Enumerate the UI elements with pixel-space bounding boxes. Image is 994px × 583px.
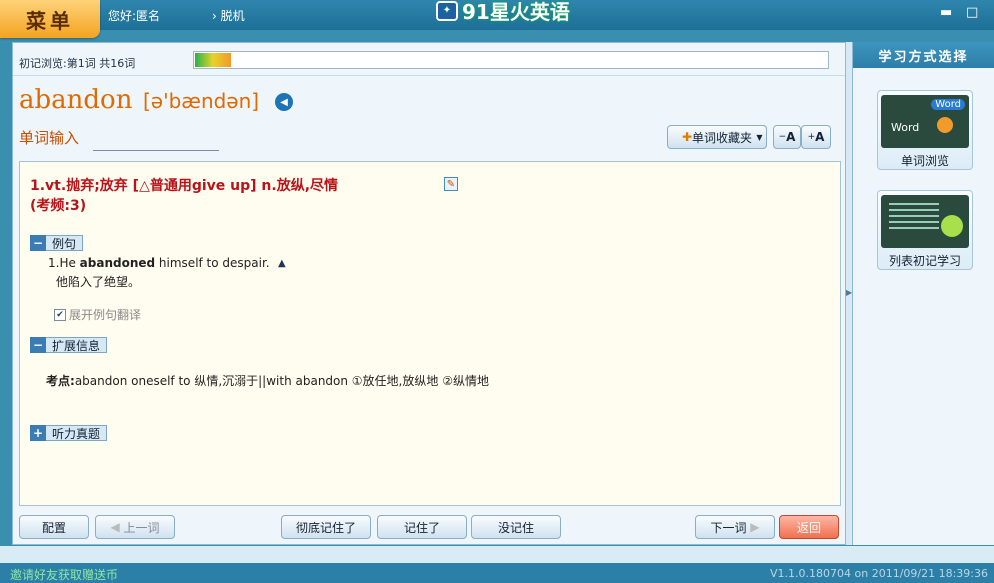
kaodian-body: abandon oneself to 纵情,沉溺于||with abandon …: [74, 374, 489, 388]
not-remember-button[interactable]: 没记住: [471, 515, 561, 539]
prev-word-button[interactable]: ◀ 上一词: [95, 515, 175, 539]
example-chinese: 他陷入了绝望。: [56, 275, 141, 289]
sidebar-title: 学习方式选择: [853, 42, 994, 68]
minus-mark: −: [778, 132, 787, 142]
expand-icon[interactable]: +: [30, 425, 46, 441]
font-smaller-button[interactable]: − A: [773, 125, 801, 149]
main-panel: 初记浏览:第1词 共16词 abandon [ə'bændən] ◀ 单词输入 …: [12, 42, 846, 545]
definition-line2: (考频:3): [30, 198, 87, 214]
expand-translation-label: 展开例句翻译: [69, 308, 142, 322]
remember-fully-button[interactable]: 彻底记住了: [281, 515, 371, 539]
phonetic: [ə'bændən]: [143, 89, 260, 113]
version-text: V1.1.0.180704 on 2011/09/21 18:39:36: [770, 567, 988, 580]
app-title-text: 91星火英语: [462, 0, 570, 24]
app-title: ✦ 91星火英语: [436, 0, 570, 25]
definition-line1: 1.vt.抛弃;放弃 [△普通用give up] n.放纵,尽情: [30, 178, 339, 194]
divider: [13, 75, 845, 76]
font-smaller-label: A: [786, 130, 796, 144]
font-larger-button[interactable]: + A: [801, 125, 831, 149]
config-button[interactable]: 配置: [19, 515, 89, 539]
status-strip: [0, 546, 994, 563]
definition-text: 1.vt.抛弃;放弃 [△普通用give up] n.放纵,尽情 (考频:3): [30, 176, 510, 216]
section-examples-title: 例句: [46, 235, 84, 251]
progress-fill: [195, 53, 231, 67]
collapse-icon[interactable]: −: [30, 337, 46, 353]
title-bar: 您好:匿名 › 脱机 ✦ 91星火英语 ▬ □: [0, 0, 994, 30]
footer: 邀请好友获取赠送币 V1.1.0.180704 on 2011/09/21 18…: [0, 563, 994, 583]
word-input-label: 单词输入: [19, 129, 80, 147]
section-extended[interactable]: − 扩展信息: [30, 336, 108, 354]
font-larger-label: A: [815, 130, 825, 144]
section-examples[interactable]: − 例句: [30, 234, 84, 252]
section-extended-title: 扩展信息: [46, 337, 108, 353]
example-prefix: 1.He: [48, 256, 80, 270]
example-keyword: abandoned: [79, 256, 156, 270]
bubble-word-label: Word: [931, 99, 965, 110]
mode-list-study-label: 列表初记学习: [888, 254, 961, 268]
headword: abandon: [19, 85, 133, 115]
prev-word-label: 上一词: [123, 520, 160, 535]
section-listening[interactable]: + 听力真题: [30, 424, 108, 442]
progress-bar: [193, 51, 829, 69]
greeting-text: 您好:匿名: [108, 9, 161, 23]
person-icon: [937, 117, 953, 133]
list-board-icon: [881, 195, 969, 248]
mode-word-browse-label: 单词浏览: [900, 154, 949, 168]
favorites-label: 单词收藏夹: [692, 130, 753, 145]
edit-icon[interactable]: ✎: [444, 177, 458, 191]
list-lines: [889, 203, 939, 205]
minimize-button[interactable]: ▬: [940, 5, 952, 20]
offline-label: 脱机: [220, 9, 245, 23]
favorites-dropdown[interactable]: ▼: [753, 125, 767, 149]
mode-word-browse[interactable]: Word Word 单词浏览: [877, 90, 973, 170]
chevron-down-icon: ▼: [756, 132, 763, 142]
plus-icon: ✚: [681, 130, 693, 144]
sidebar: 学习方式选择 Word Word 单词浏览 列表初记学习: [852, 42, 994, 545]
plus-mark: +: [807, 132, 816, 142]
remember-button[interactable]: 记住了: [377, 515, 467, 539]
lightbulb-icon: [941, 215, 963, 237]
maximize-button[interactable]: □: [966, 5, 978, 20]
next-word-label: 下一词: [710, 520, 747, 535]
app-logo-icon: ✦: [436, 0, 458, 21]
board-word-label: Word: [891, 121, 920, 134]
example-suffix: himself to despair.: [155, 256, 270, 270]
definition-panel: 1.vt.抛弃;放弃 [△普通用give up] n.放纵,尽情 (考频:3) …: [19, 161, 841, 506]
section-listening-title: 听力真题: [46, 425, 108, 441]
expand-translation-row[interactable]: ✔ 展开例句翻译: [54, 306, 141, 323]
word-input[interactable]: [93, 127, 219, 151]
chevron-right-icon: ▶: [750, 520, 760, 534]
offline-link[interactable]: › 脱机: [212, 7, 245, 24]
menu-button[interactable]: 菜单: [0, 0, 100, 38]
kaodian-text: 考点:abandon oneself to 纵情,沉溺于||with aband…: [46, 372, 489, 389]
speaker-icon[interactable]: ◀: [275, 93, 293, 111]
invite-link[interactable]: 邀请好友获取赠送币: [10, 566, 118, 583]
kaodian-label: 考点:: [46, 374, 75, 388]
mode-list-study[interactable]: 列表初记学习: [877, 190, 973, 270]
expand-translation-checkbox[interactable]: ✔: [54, 308, 66, 321]
caret-up-icon[interactable]: ▲: [278, 258, 286, 269]
example-english: 1.He abandoned himself to despair.: [48, 256, 270, 270]
favorites-button[interactable]: ✚ 单词收藏夹: [667, 125, 767, 149]
progress-label: 初记浏览:第1词 共16词: [19, 57, 136, 70]
next-word-button[interactable]: 下一词 ▶: [695, 515, 775, 539]
chevron-left-icon: ◀: [110, 520, 120, 534]
collapse-icon[interactable]: −: [30, 235, 46, 251]
word-board-icon: Word Word: [881, 95, 969, 148]
back-button[interactable]: 返回: [779, 515, 839, 539]
